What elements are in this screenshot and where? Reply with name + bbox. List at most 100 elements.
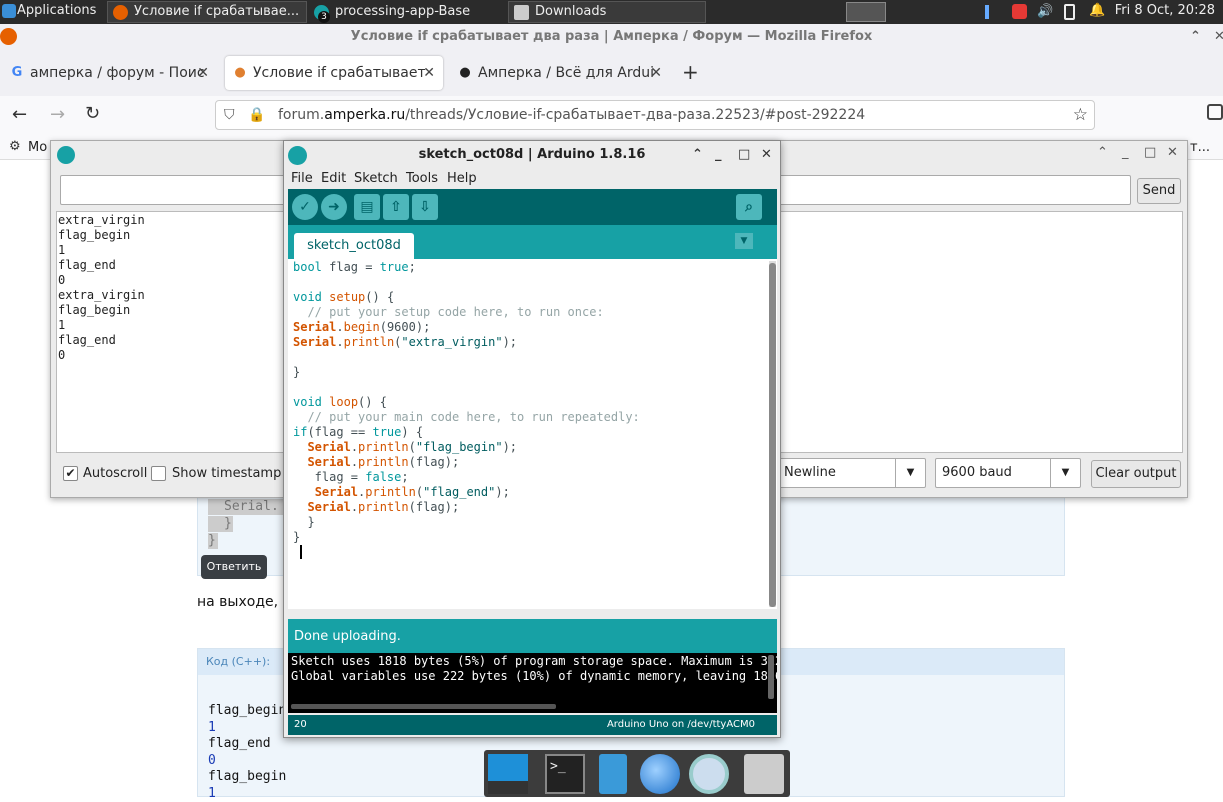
chevron-down-icon: ▼ xyxy=(1050,459,1080,487)
code-line: } xyxy=(208,516,233,532)
file-manager-icon[interactable] xyxy=(599,754,627,794)
tab-amperka[interactable]: ●Амперка / Всё для Ardui✕ xyxy=(450,56,670,90)
console-vscrollbar[interactable] xyxy=(768,655,774,699)
gear-icon[interactable]: ⚙ xyxy=(9,139,21,154)
new-tab-icon[interactable]: + xyxy=(682,60,699,84)
search-icon[interactable] xyxy=(689,754,729,794)
code-line: } xyxy=(208,533,218,549)
menu-tools[interactable]: Tools xyxy=(406,171,438,186)
firefox-title-bar: Условие if срабатывает два раза | Амперк… xyxy=(0,24,1223,50)
close-icon[interactable]: ✕ xyxy=(1167,145,1178,160)
ide-toolbar: ✓ ➜ ▤ ⇧ ⇩ ⌕ xyxy=(288,189,777,225)
tab-bar: Gамперка / форум - Поис✕ ●Условие if сра… xyxy=(0,50,1223,96)
applications-icon[interactable] xyxy=(2,4,16,18)
arduino-ide-window: sketch_oct08d | Arduino 1.8.16 ⌃ _ □ ✕ F… xyxy=(283,140,781,738)
code-line: 1 xyxy=(208,720,286,737)
console-hscrollbar[interactable] xyxy=(291,704,556,709)
code-output: flag_begin 1 flag_end 0 flag_begin 1 xyxy=(208,703,286,802)
verify-icon[interactable]: ✓ xyxy=(292,194,318,220)
post-text: на выходе, в xyxy=(197,594,291,610)
menu-edit[interactable]: Edit xyxy=(321,171,346,186)
code-line: flag_begin xyxy=(208,703,286,720)
menu-help[interactable]: Help xyxy=(447,171,477,186)
close-tab-icon[interactable]: ✕ xyxy=(197,56,209,90)
save-sketch-icon[interactable]: ⇩ xyxy=(412,194,438,220)
bookmark-overflow[interactable]: т... xyxy=(1190,140,1210,155)
network-icon[interactable] xyxy=(985,5,999,19)
ide-title: sketch_oct08d | Arduino 1.8.16 xyxy=(419,147,646,162)
send-button[interactable]: Send xyxy=(1137,178,1181,204)
folder-icon xyxy=(514,5,529,20)
menu-sketch[interactable]: Sketch xyxy=(354,171,398,186)
tab-menu-icon[interactable]: ▼ xyxy=(735,233,753,249)
maximize-icon[interactable]: □ xyxy=(738,141,750,169)
maximize-icon[interactable]: □ xyxy=(1144,145,1156,160)
timestamp-label: Show timestamp xyxy=(172,466,281,481)
show-desktop-icon[interactable] xyxy=(488,754,528,794)
firefox-icon xyxy=(113,5,128,20)
terminal-icon[interactable]: >_ xyxy=(545,754,585,794)
task-count-badge: 3 xyxy=(318,11,330,23)
status-message: Done uploading. xyxy=(288,619,777,653)
editor-scrollbar[interactable] xyxy=(769,261,776,607)
volume-icon[interactable]: 🔊 xyxy=(1037,4,1053,19)
window-title: Условие if срабатывает два раза | Амперк… xyxy=(351,29,873,44)
browser-globe-icon[interactable] xyxy=(640,754,680,794)
minimize-icon[interactable]: _ xyxy=(1122,145,1129,160)
new-sketch-icon[interactable]: ▤ xyxy=(354,194,380,220)
clock[interactable]: Fri 8 Oct, 20:28 xyxy=(1115,3,1215,18)
close-icon[interactable]: ✕ xyxy=(761,141,772,169)
minimize-icon[interactable]: _ xyxy=(715,141,722,169)
ide-status-bar: 20 Arduino Uno on /dev/ttyACM0 xyxy=(288,715,777,735)
board-port: Arduino Uno on /dev/ttyACM0 xyxy=(607,715,755,735)
url-bar[interactable]: ⛉ 🔒 forum.amperka.ru/threads/Условие-if-… xyxy=(215,100,1095,130)
bookmark-star-icon[interactable]: ☆ xyxy=(1073,101,1088,129)
back-icon[interactable]: ← xyxy=(12,104,27,125)
code-line: 0 xyxy=(208,753,286,770)
task-arduino[interactable]: processing-app-Base xyxy=(308,1,506,23)
reply-tooltip[interactable]: Ответить xyxy=(201,555,267,579)
insecure-lock-icon[interactable]: 🔒 xyxy=(248,101,265,129)
notification-bell-icon[interactable]: 🔔 xyxy=(1089,3,1105,18)
folder-icon[interactable] xyxy=(744,754,784,794)
autoscroll-checkbox[interactable]: ✔ xyxy=(63,466,78,481)
bookmark-item[interactable]: Mo xyxy=(28,140,47,155)
google-icon: G xyxy=(10,66,24,80)
autoscroll-label: Autoscroll xyxy=(83,466,147,481)
code-editor[interactable]: bool flag = true; void setup() { // put … xyxy=(288,259,777,609)
battery-icon[interactable] xyxy=(1064,4,1075,20)
ide-title-bar: sketch_oct08d | Arduino 1.8.16 ⌃ _ □ ✕ xyxy=(284,141,780,169)
line-ending-select[interactable]: Newline▼ xyxy=(777,458,926,488)
code-line: flag_begin xyxy=(208,769,286,786)
shade-icon[interactable]: ⌃ xyxy=(1097,145,1108,160)
system-panel: Applications Условие if срабатывае... pr… xyxy=(0,0,1223,24)
close-tab-icon[interactable]: ✕ xyxy=(423,56,435,90)
close-icon[interactable]: ✕ xyxy=(1214,24,1223,50)
tab-search[interactable]: Gамперка / форум - Поис✕ xyxy=(2,56,217,90)
open-sketch-icon[interactable]: ⇧ xyxy=(383,194,409,220)
pocket-icon[interactable] xyxy=(1207,104,1223,120)
ide-tab-strip: sketch_oct08d ▼ xyxy=(288,225,777,259)
clear-output-button[interactable]: Clear output xyxy=(1091,460,1181,488)
forward-icon[interactable]: → xyxy=(50,104,65,125)
ide-menu-bar: File Edit Sketch Tools Help xyxy=(284,169,780,189)
tab-forum[interactable]: ●Условие if срабатывает✕ xyxy=(225,56,443,90)
task-firefox[interactable]: Условие if срабатывае... xyxy=(107,1,307,23)
shade-icon[interactable]: ⌃ xyxy=(692,141,703,169)
applications-menu[interactable]: Applications xyxy=(17,3,96,18)
shield-icon[interactable]: ⛉ xyxy=(224,101,235,129)
upload-icon[interactable]: ➜ xyxy=(321,194,347,220)
serial-monitor-icon[interactable]: ⌕ xyxy=(736,194,762,220)
timestamp-checkbox[interactable] xyxy=(151,466,166,481)
maximize-icon[interactable]: ⌃ xyxy=(1190,24,1201,50)
task-downloads[interactable]: Downloads xyxy=(508,1,706,23)
menu-file[interactable]: File xyxy=(291,171,313,186)
baud-select[interactable]: 9600 baud▼ xyxy=(935,458,1081,488)
close-tab-icon[interactable]: ✕ xyxy=(650,56,662,90)
tab-sketch[interactable]: sketch_oct08d xyxy=(294,233,414,259)
package-icon[interactable] xyxy=(1012,4,1027,19)
workspace-switcher[interactable] xyxy=(846,2,886,22)
amperka-icon: ● xyxy=(458,66,472,80)
reload-icon[interactable]: ↻ xyxy=(85,103,100,124)
console-output: Sketch uses 1818 bytes (5%) of program s… xyxy=(288,653,777,713)
